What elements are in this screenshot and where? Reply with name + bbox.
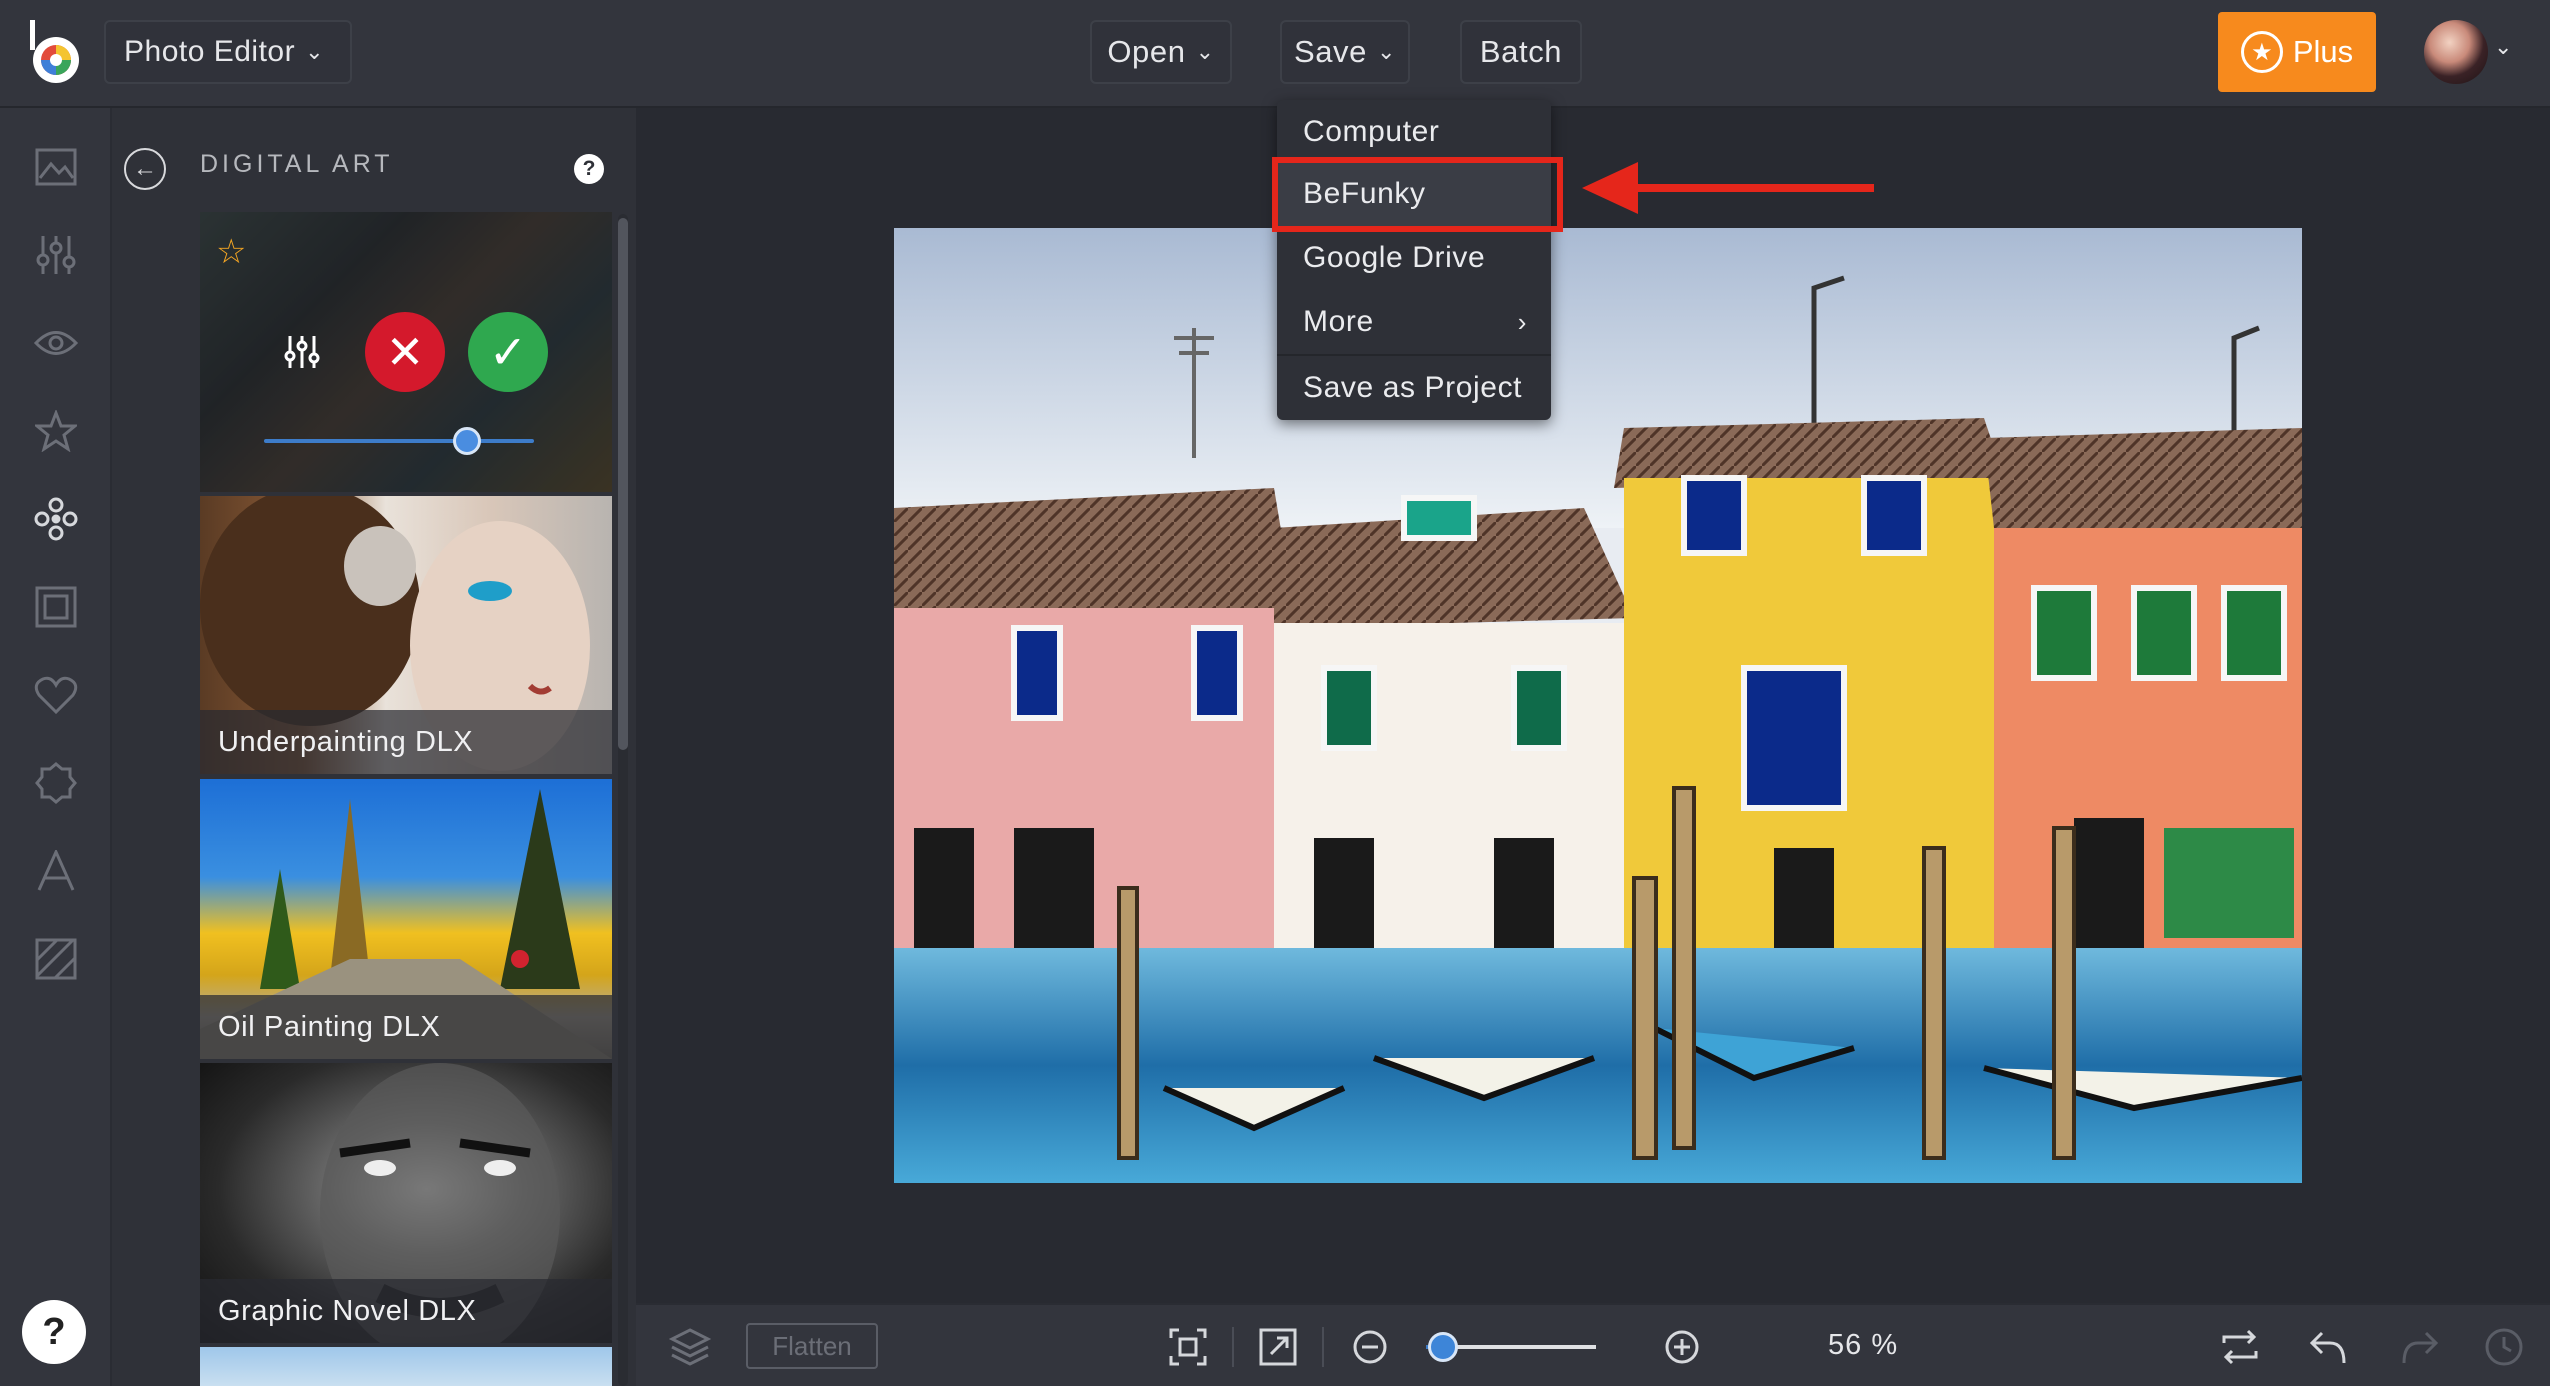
- frame-icon[interactable]: [31, 582, 81, 632]
- save-as-project-item[interactable]: Save as Project: [1277, 356, 1551, 420]
- bottom-toolbar: Flatten 56 %: [636, 1303, 2550, 1386]
- app-selector-dropdown[interactable]: Photo Editor ⌄: [104, 20, 352, 84]
- effect-card-next[interactable]: [200, 1347, 612, 1386]
- open-label: Open: [1107, 34, 1186, 69]
- effect-label: Graphic Novel DLX: [200, 1279, 612, 1343]
- save-dropdown-menu: Computer BeFunky Google Drive More › Save…: [1277, 100, 1551, 420]
- batch-label: Batch: [1479, 34, 1563, 69]
- redo-icon[interactable]: [2398, 1325, 2442, 1369]
- toolbar-divider: [1322, 1327, 1324, 1367]
- compare-toggle-icon[interactable]: [2218, 1325, 2262, 1369]
- star-icon: ★: [2240, 31, 2283, 73]
- cancel-effect-button[interactable]: ✕: [365, 312, 445, 392]
- text-icon[interactable]: [31, 846, 81, 896]
- chevron-down-icon: ⌄: [1377, 39, 1397, 64]
- edited-photo[interactable]: [894, 228, 2302, 1183]
- save-to-google-drive-item[interactable]: Google Drive: [1277, 226, 1551, 290]
- flatten-label: Flatten: [772, 1330, 852, 1361]
- back-arrow-icon[interactable]: ←: [124, 148, 166, 190]
- adjust-sliders-icon[interactable]: [282, 332, 322, 372]
- annotation-arrow-icon: [1582, 162, 1874, 214]
- app-selector-label: Photo Editor: [124, 35, 296, 68]
- save-button[interactable]: Save ⌄: [1280, 20, 1410, 84]
- texture-icon[interactable]: [31, 934, 81, 984]
- photo-image: [894, 228, 2302, 1183]
- chevron-right-icon: ›: [1517, 306, 1527, 337]
- zoom-out-icon[interactable]: [1348, 1325, 1392, 1369]
- intensity-slider-track[interactable]: [264, 439, 534, 443]
- effect-card-underpainting[interactable]: Underpainting DLX: [200, 496, 612, 774]
- active-effect-card[interactable]: ☆ ✕ ✓: [200, 212, 612, 492]
- zoom-value: 56 %: [1828, 1329, 1899, 1361]
- panel-title: DIGITAL ART: [200, 150, 394, 178]
- save-to-computer-item[interactable]: Computer: [1277, 100, 1551, 164]
- close-icon: ✕: [385, 326, 425, 378]
- apply-effect-button[interactable]: ✓: [468, 312, 548, 392]
- chevron-down-icon: ⌄: [305, 39, 325, 64]
- undo-icon[interactable]: [2306, 1325, 2350, 1369]
- menu-item-label: Google Drive: [1303, 241, 1486, 274]
- help-label: ?: [42, 1310, 66, 1353]
- sliders-icon[interactable]: [31, 230, 81, 280]
- plus-upgrade-button[interactable]: ★ Plus: [2218, 12, 2376, 92]
- effect-label: Underpainting DLX: [200, 710, 612, 774]
- menu-item-label: More: [1303, 305, 1374, 338]
- top-toolbar: Photo Editor ⌄ Open ⌄ Save ⌄ Batch ★ Plu…: [0, 0, 2550, 108]
- befunky-logo[interactable]: [26, 20, 86, 86]
- effect-card-graphic-novel[interactable]: Graphic Novel DLX: [200, 1063, 612, 1343]
- star-icon[interactable]: [31, 406, 81, 456]
- plus-label: Plus: [2292, 34, 2354, 69]
- chevron-down-icon[interactable]: ⌄: [2494, 34, 2512, 60]
- history-icon[interactable]: [2482, 1325, 2526, 1369]
- heart-icon[interactable]: [31, 670, 81, 720]
- zoom-in-icon[interactable]: [1660, 1325, 1704, 1369]
- open-button[interactable]: Open ⌄: [1090, 20, 1232, 84]
- help-button[interactable]: ?: [22, 1300, 86, 1364]
- annotation-highlight-box: [1272, 157, 1563, 232]
- fit-to-screen-icon[interactable]: [1166, 1325, 1210, 1369]
- avatar[interactable]: [2424, 20, 2488, 84]
- badge-icon[interactable]: [31, 758, 81, 808]
- effect-label: Oil Painting DLX: [200, 995, 612, 1059]
- save-more-item[interactable]: More ›: [1277, 290, 1551, 354]
- tool-rail: [0, 108, 112, 1386]
- question-icon[interactable]: ?: [574, 154, 604, 184]
- checkmark-icon: ✓: [488, 326, 528, 378]
- zoom-slider-knob[interactable]: [1428, 1332, 1459, 1362]
- favorite-star-icon[interactable]: ☆: [216, 232, 246, 272]
- chevron-down-icon: ⌄: [1195, 39, 1215, 64]
- flatten-button[interactable]: Flatten: [746, 1323, 878, 1369]
- expand-icon[interactable]: [1256, 1325, 1300, 1369]
- image-icon[interactable]: [31, 142, 81, 192]
- toolbar-divider: [1232, 1327, 1234, 1367]
- effects-icon[interactable]: [31, 494, 81, 544]
- intensity-slider-knob[interactable]: [452, 427, 481, 455]
- eye-icon[interactable]: [31, 318, 81, 368]
- effect-card-oil-painting[interactable]: Oil Painting DLX: [200, 779, 612, 1059]
- layers-icon[interactable]: [668, 1325, 712, 1369]
- panel-scrollbar-thumb[interactable]: [618, 218, 628, 750]
- menu-item-label: Save as Project: [1303, 371, 1523, 404]
- batch-button[interactable]: Batch: [1460, 20, 1582, 84]
- save-label: Save: [1293, 34, 1367, 69]
- menu-item-label: Computer: [1303, 115, 1440, 148]
